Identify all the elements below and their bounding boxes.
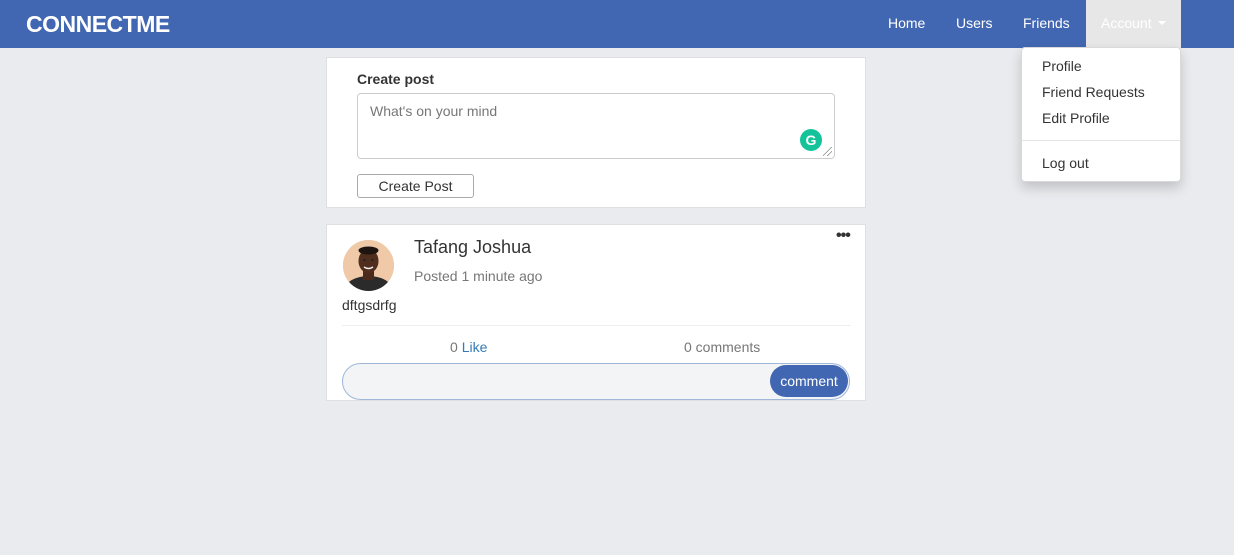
like-button[interactable]: Like [462,339,488,355]
grammarly-icon[interactable]: G [800,129,822,151]
avatar-photo [343,240,394,291]
comments-count[interactable]: 0 comments [684,339,760,355]
like-section: 0 Like [450,339,487,355]
post-body-text: dftgsdrfg [342,297,397,313]
posted-prefix: Posted [414,268,458,284]
create-post-button[interactable]: Create Post [357,174,474,198]
like-count: 0 [450,339,458,355]
brand-logo[interactable]: CONNECTME [26,11,170,38]
ellipsis-icon[interactable]: ••• [836,227,851,245]
post-timestamp: Posted 1 minute ago [414,268,542,284]
comment-button[interactable]: comment [770,365,848,397]
post-author-name[interactable]: Tafang Joshua [414,237,531,258]
nav-users[interactable]: Users [956,15,993,31]
posted-time: 1 minute ago [461,268,543,284]
post-textarea-placeholder: What's on your mind [370,103,498,119]
create-post-card: Create post What's on your mind G Create… [326,57,866,208]
resize-handle-icon[interactable] [823,147,832,156]
top-navbar: CONNECTME Home Users Friends Account [0,0,1234,48]
menu-divider [1022,140,1180,141]
avatar[interactable] [343,240,394,291]
menu-item-friend-requests[interactable]: Friend Requests [1042,84,1145,100]
nav-home[interactable]: Home [888,15,925,31]
nav-account-label: Account [1101,15,1152,31]
post-textarea[interactable]: What's on your mind G [357,93,835,159]
menu-item-log-out[interactable]: Log out [1042,155,1089,171]
menu-item-profile[interactable]: Profile [1042,58,1082,74]
account-dropdown-menu: Profile Friend Requests Edit Profile Log… [1021,47,1181,182]
create-post-title: Create post [357,71,435,87]
nav-friends[interactable]: Friends [1023,15,1070,31]
nav-account-toggle[interactable]: Account [1086,0,1181,48]
post-divider [342,325,851,326]
post-card: Tafang Joshua Posted 1 minute ago ••• df… [326,224,866,401]
caret-down-icon [1158,21,1166,25]
menu-item-edit-profile[interactable]: Edit Profile [1042,110,1110,126]
